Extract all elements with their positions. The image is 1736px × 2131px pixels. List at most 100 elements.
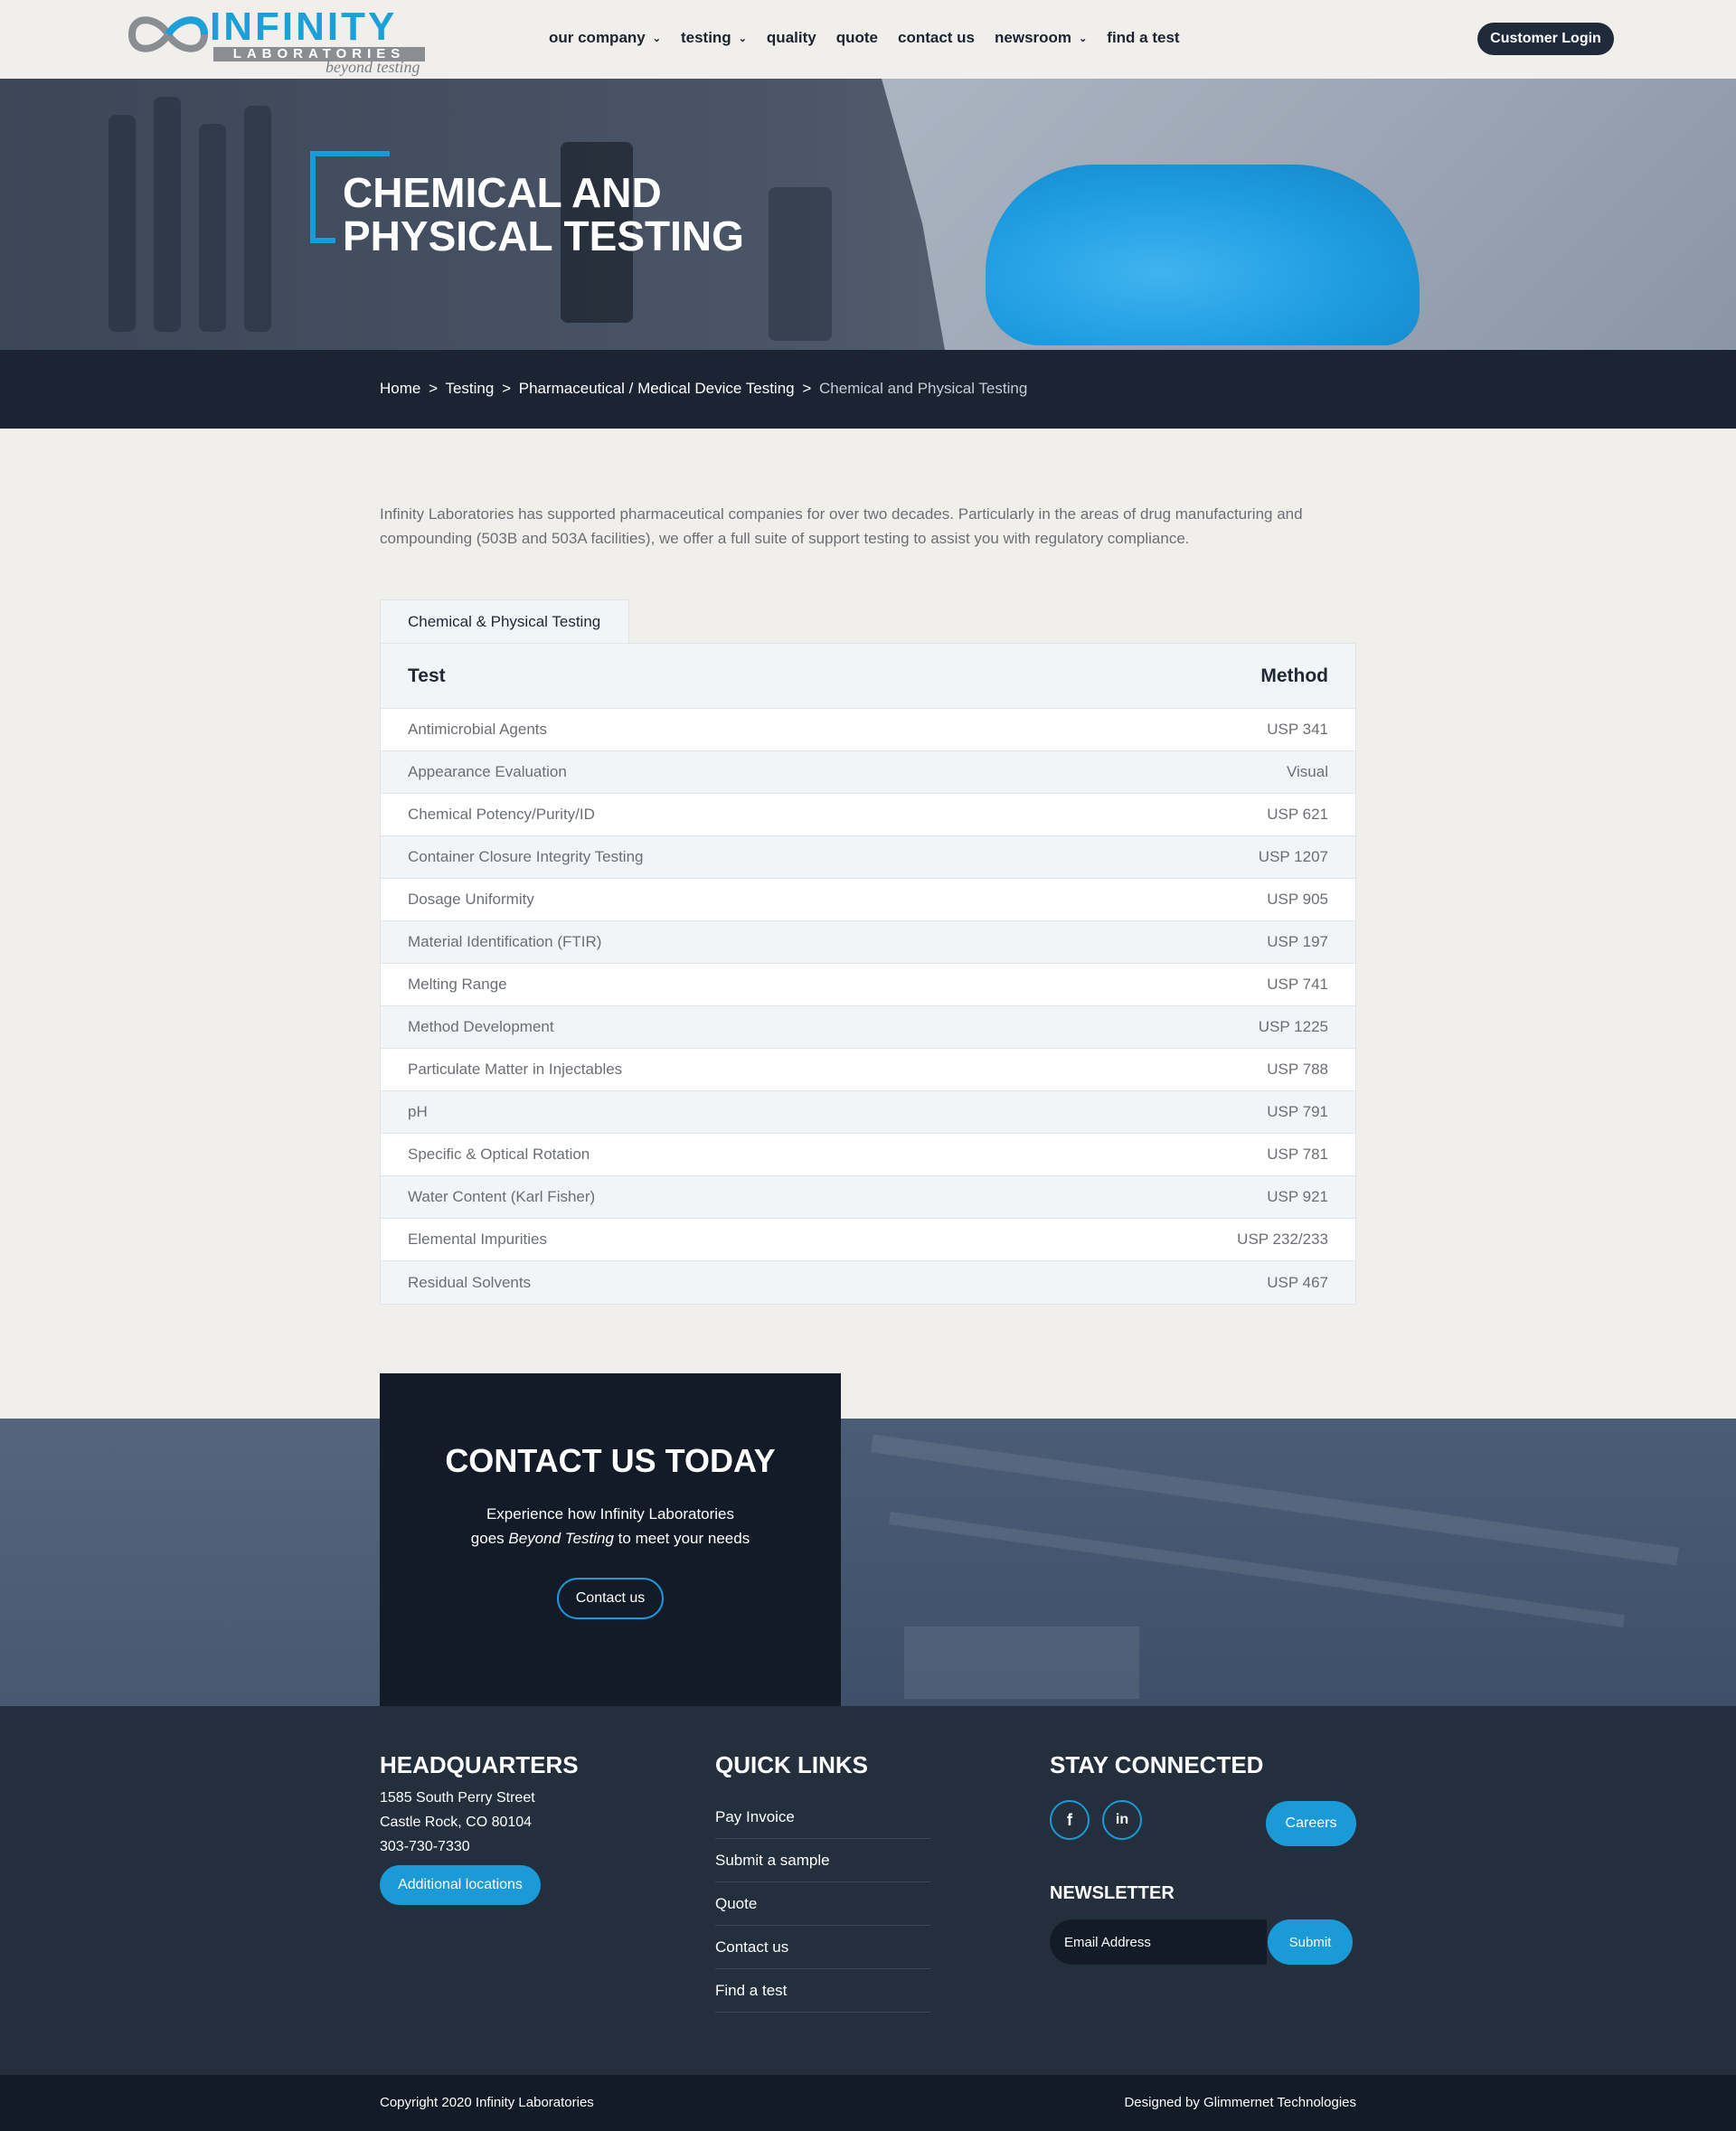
test-method: USP 467 — [1267, 1273, 1328, 1291]
table-row: Antimicrobial Agents USP 341 — [381, 709, 1355, 751]
table-row: pH USP 791 — [381, 1091, 1355, 1134]
breadcrumb-separator: > — [802, 380, 812, 397]
nav-quality[interactable]: quality — [767, 29, 816, 47]
test-name: Melting Range — [408, 976, 507, 993]
hq-phone[interactable]: 303-730-7330 — [380, 1839, 470, 1855]
infinity-logo[interactable]: INFINITY LABORATORIES beyond testing — [127, 5, 429, 76]
test-name: Elemental Impurities — [408, 1231, 548, 1248]
test-method: USP 788 — [1267, 1061, 1328, 1078]
stay-connected-heading: STAY CONNECTED — [1050, 1751, 1264, 1778]
bottom-bar: Copyright 2020 Infinity Laboratories Des… — [0, 2075, 1736, 2131]
lab-equipment-image — [904, 1627, 1139, 1699]
breadcrumb-home[interactable]: Home — [380, 380, 420, 397]
quick-links-heading: QUICK LINKS — [715, 1751, 868, 1778]
hq-address-line: Castle Rock, CO 80104 — [380, 1815, 533, 1830]
quick-link-contact-us[interactable]: Contact us — [715, 1926, 930, 1969]
breadcrumb-pharma[interactable]: Pharmaceutical / Medical Device Testing — [519, 380, 795, 397]
table-row: Melting Range USP 741 — [381, 964, 1355, 1006]
breadcrumb-testing[interactable]: Testing — [445, 380, 494, 397]
chevron-down-icon: ⌄ — [1079, 33, 1088, 44]
nav-quote[interactable]: quote — [836, 29, 878, 47]
contact-background-photo — [0, 1419, 1736, 1706]
contact-text-emphasis: Beyond Testing — [508, 1530, 614, 1547]
table-row: Container Closure Integrity Testing USP 1… — [381, 836, 1355, 879]
nav-label: quote — [835, 29, 878, 46]
test-name: Appearance Evaluation — [408, 763, 567, 780]
test-name: Method Development — [408, 1018, 554, 1035]
nav-contact-us[interactable]: contact us — [898, 29, 975, 47]
tab-chemical-physical-testing[interactable]: Chemical & Physical Testing — [380, 599, 629, 644]
lab-equipment-image — [870, 1434, 1680, 1566]
hq-address-line: 1585 South Perry Street — [380, 1790, 535, 1806]
test-name: Antimicrobial Agents — [408, 721, 548, 738]
test-method: USP 921 — [1267, 1188, 1328, 1205]
test-tube-image — [244, 106, 271, 332]
infinity-symbol-icon — [127, 16, 209, 52]
nav-label: contact us — [898, 29, 976, 46]
breadcrumb-bar: Home > Testing > Pharmaceutical / Medica… — [0, 350, 1736, 429]
test-method: USP 1207 — [1258, 848, 1328, 865]
table-row: Residual Solvents USP 467 — [381, 1261, 1355, 1304]
test-tube-image — [199, 124, 226, 332]
careers-button[interactable]: Careers — [1266, 1801, 1356, 1846]
contact-cta-card: CONTACT US TODAY Experience how Infinity… — [380, 1373, 841, 1706]
page-title: CHEMICAL AND PHYSICAL TESTING — [343, 169, 744, 259]
contact-text-part: to meet your needs — [613, 1530, 750, 1547]
newsletter-email-input[interactable]: Email Address — [1050, 1919, 1267, 1965]
designer-credit[interactable]: Designed by Glimmernet Technologies — [1124, 2095, 1356, 2110]
nav-label: testing — [680, 29, 731, 46]
breadcrumb-separator: > — [429, 380, 439, 397]
newsletter-submit-button[interactable]: Submit — [1268, 1919, 1353, 1965]
table-row: Particulate Matter in Injectables USP 788 — [381, 1049, 1355, 1091]
logo-wordmark: INFINITY — [210, 5, 398, 49]
test-method: USP 791 — [1267, 1103, 1328, 1120]
breadcrumb: Home > Testing > Pharmaceutical / Medica… — [380, 380, 1027, 398]
hero-banner: CHEMICAL AND PHYSICAL TESTING — [0, 79, 1736, 350]
table-row: Specific & Optical Rotation USP 781 — [381, 1134, 1355, 1176]
nav-newsroom[interactable]: newsroom ⌄ — [995, 29, 1087, 47]
contact-text-line: Experience how Infinity Laboratories — [486, 1505, 735, 1523]
test-tube-image — [108, 115, 136, 332]
test-name: Particulate Matter in Injectables — [408, 1061, 623, 1078]
test-method: USP 781 — [1267, 1146, 1328, 1163]
test-tube-image — [154, 97, 181, 332]
contact-text: Experience how Infinity Laboratories goe… — [380, 1502, 841, 1551]
linkedin-icon[interactable]: in — [1102, 1800, 1142, 1840]
chevron-down-icon: ⌄ — [738, 33, 747, 44]
test-name: pH — [408, 1103, 428, 1120]
test-name: Container Closure Integrity Testing — [408, 848, 644, 865]
table-row: Material Identification (FTIR) USP 197 — [381, 921, 1355, 964]
customer-login-button[interactable]: Customer Login — [1477, 23, 1614, 55]
test-method: USP 197 — [1267, 933, 1328, 950]
test-method: USP 741 — [1267, 976, 1328, 993]
quick-link-submit-sample[interactable]: Submit a sample — [715, 1839, 930, 1882]
test-name: Chemical Potency/Purity/ID — [408, 806, 595, 823]
column-header-method: Method — [1260, 665, 1328, 686]
nav-label: quality — [766, 29, 816, 46]
nav-find-a-test[interactable]: find a test — [1107, 29, 1179, 47]
table-row: Water Content (Karl Fisher) USP 921 — [381, 1176, 1355, 1219]
contact-title: CONTACT US TODAY — [445, 1442, 776, 1479]
main-nav: our company ⌄ testing ⌄ quality quote cont… — [549, 29, 1200, 47]
table-row: Dosage Uniformity USP 905 — [381, 879, 1355, 921]
test-method: Visual — [1287, 763, 1328, 780]
contact-us-button[interactable]: Contact us — [557, 1578, 664, 1619]
nav-label: newsroom — [995, 29, 1072, 46]
test-method: USP 341 — [1267, 721, 1328, 738]
quick-link-quote[interactable]: Quote — [715, 1882, 930, 1926]
contact-text-line: goes Beyond Testing to meet your needs — [380, 1526, 841, 1551]
breadcrumb-current: Chemical and Physical Testing — [819, 380, 1028, 397]
table-row: Appearance Evaluation Visual — [381, 751, 1355, 794]
quick-link-pay-invoice[interactable]: Pay Invoice — [715, 1796, 930, 1839]
facebook-icon[interactable]: f — [1050, 1800, 1090, 1840]
breadcrumb-separator: > — [502, 380, 511, 397]
nav-label: find a test — [1107, 29, 1180, 46]
test-method: USP 621 — [1267, 806, 1328, 823]
test-name: Water Content (Karl Fisher) — [408, 1188, 596, 1205]
nav-our-company[interactable]: our company ⌄ — [549, 29, 661, 47]
nav-testing[interactable]: testing ⌄ — [681, 29, 747, 47]
additional-locations-button[interactable]: Additional locations — [380, 1865, 541, 1905]
quick-link-find-a-test[interactable]: Find a test — [715, 1969, 930, 2013]
logo-tagline: beyond testing — [326, 58, 420, 76]
contact-text-part: goes — [470, 1530, 509, 1547]
